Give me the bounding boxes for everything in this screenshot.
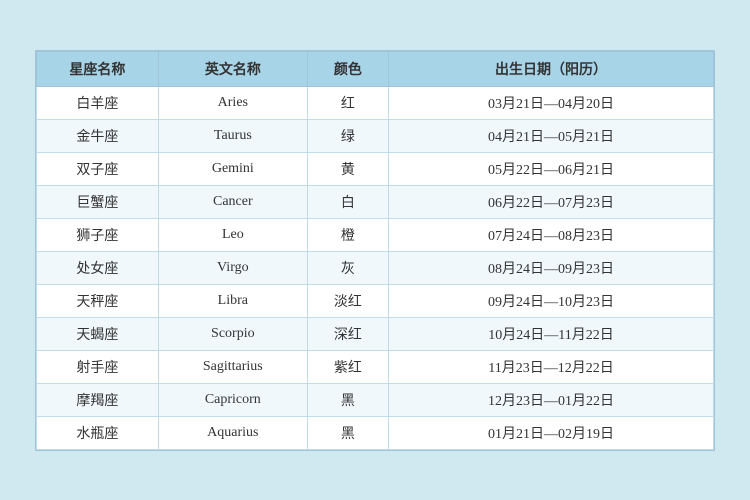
table-row: 摩羯座Capricorn黑12月23日—01月22日 [37, 383, 714, 416]
cell-date: 12月23日—01月22日 [389, 383, 714, 416]
cell-color: 淡红 [307, 284, 388, 317]
cell-color: 紫红 [307, 350, 388, 383]
cell-color: 黑 [307, 383, 388, 416]
table-row: 狮子座Leo橙07月24日—08月23日 [37, 218, 714, 251]
zodiac-table-container: 星座名称 英文名称 颜色 出生日期（阳历） 白羊座Aries红03月21日—04… [35, 50, 715, 451]
cell-date: 04月21日—05月21日 [389, 119, 714, 152]
cell-chinese: 摩羯座 [37, 383, 159, 416]
cell-date: 11月23日—12月22日 [389, 350, 714, 383]
table-row: 天秤座Libra淡红09月24日—10月23日 [37, 284, 714, 317]
cell-color: 黑 [307, 416, 388, 449]
table-body: 白羊座Aries红03月21日—04月20日金牛座Taurus绿04月21日—0… [37, 86, 714, 449]
cell-english: Aquarius [158, 416, 307, 449]
cell-chinese: 水瓶座 [37, 416, 159, 449]
cell-english: Virgo [158, 251, 307, 284]
cell-chinese: 射手座 [37, 350, 159, 383]
cell-color: 灰 [307, 251, 388, 284]
cell-english: Sagittarius [158, 350, 307, 383]
table-header-row: 星座名称 英文名称 颜色 出生日期（阳历） [37, 51, 714, 86]
table-row: 水瓶座Aquarius黑01月21日—02月19日 [37, 416, 714, 449]
cell-english: Scorpio [158, 317, 307, 350]
table-row: 白羊座Aries红03月21日—04月20日 [37, 86, 714, 119]
cell-date: 09月24日—10月23日 [389, 284, 714, 317]
table-row: 处女座Virgo灰08月24日—09月23日 [37, 251, 714, 284]
cell-english: Capricorn [158, 383, 307, 416]
cell-color: 红 [307, 86, 388, 119]
cell-color: 白 [307, 185, 388, 218]
table-row: 巨蟹座Cancer白06月22日—07月23日 [37, 185, 714, 218]
zodiac-table: 星座名称 英文名称 颜色 出生日期（阳历） 白羊座Aries红03月21日—04… [36, 51, 714, 450]
cell-chinese: 处女座 [37, 251, 159, 284]
cell-chinese: 狮子座 [37, 218, 159, 251]
cell-english: Libra [158, 284, 307, 317]
table-row: 双子座Gemini黄05月22日—06月21日 [37, 152, 714, 185]
cell-english: Gemini [158, 152, 307, 185]
cell-date: 10月24日—11月22日 [389, 317, 714, 350]
cell-color: 黄 [307, 152, 388, 185]
cell-chinese: 金牛座 [37, 119, 159, 152]
header-color: 颜色 [307, 51, 388, 86]
cell-chinese: 巨蟹座 [37, 185, 159, 218]
table-row: 金牛座Taurus绿04月21日—05月21日 [37, 119, 714, 152]
header-date: 出生日期（阳历） [389, 51, 714, 86]
table-row: 射手座Sagittarius紫红11月23日—12月22日 [37, 350, 714, 383]
cell-date: 06月22日—07月23日 [389, 185, 714, 218]
cell-chinese: 双子座 [37, 152, 159, 185]
cell-color: 绿 [307, 119, 388, 152]
cell-date: 08月24日—09月23日 [389, 251, 714, 284]
cell-chinese: 白羊座 [37, 86, 159, 119]
cell-date: 01月21日—02月19日 [389, 416, 714, 449]
table-row: 天蝎座Scorpio深红10月24日—11月22日 [37, 317, 714, 350]
cell-date: 05月22日—06月21日 [389, 152, 714, 185]
cell-english: Taurus [158, 119, 307, 152]
cell-color: 深红 [307, 317, 388, 350]
cell-english: Aries [158, 86, 307, 119]
cell-color: 橙 [307, 218, 388, 251]
cell-chinese: 天蝎座 [37, 317, 159, 350]
cell-chinese: 天秤座 [37, 284, 159, 317]
cell-date: 03月21日—04月20日 [389, 86, 714, 119]
cell-date: 07月24日—08月23日 [389, 218, 714, 251]
cell-english: Leo [158, 218, 307, 251]
header-chinese: 星座名称 [37, 51, 159, 86]
header-english: 英文名称 [158, 51, 307, 86]
cell-english: Cancer [158, 185, 307, 218]
